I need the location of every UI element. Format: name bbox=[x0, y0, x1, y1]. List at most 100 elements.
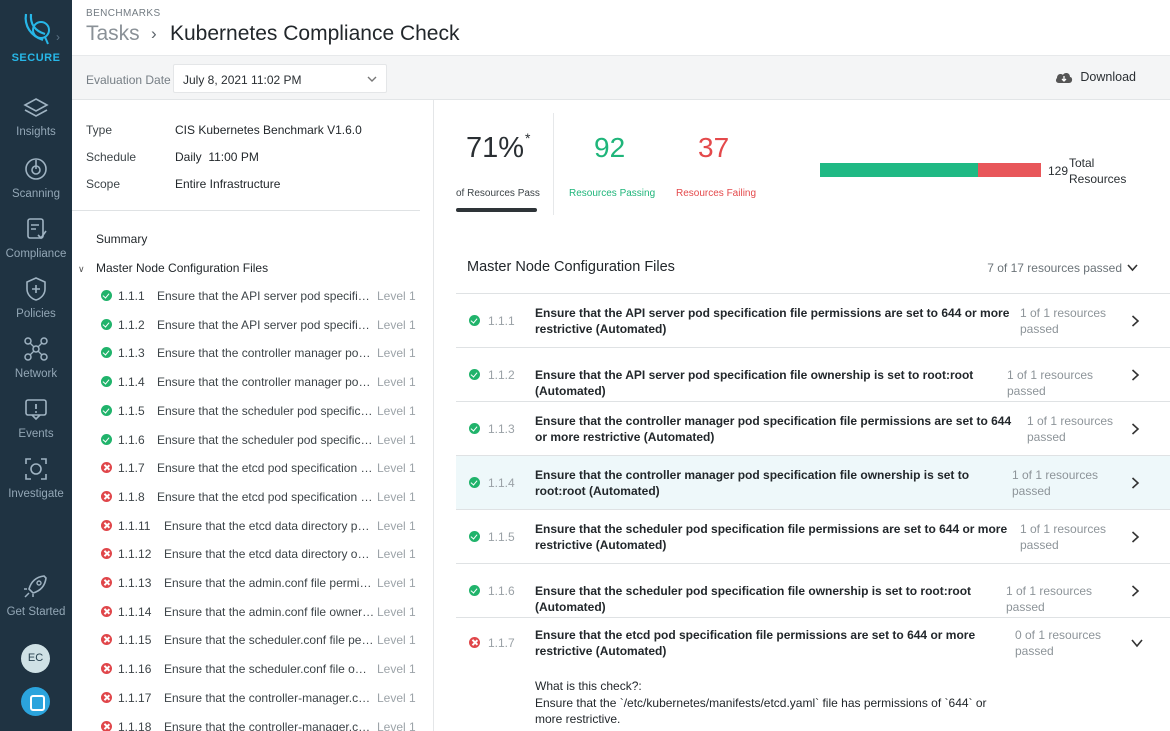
nav-get-started[interactable]: Get Started bbox=[0, 572, 72, 618]
check-row[interactable]: 1.1.1 Ensure that the API server pod spec… bbox=[456, 294, 1170, 348]
pass-check-icon bbox=[469, 477, 480, 488]
tree-item[interactable]: 1.1.4 Ensure that the controller manager … bbox=[72, 375, 420, 403]
check-number: 1.1.4 bbox=[488, 476, 515, 490]
tree-item-level: Level 1 bbox=[377, 317, 416, 332]
tree-item-level: Level 1 bbox=[377, 403, 416, 418]
fail-x-icon bbox=[101, 519, 112, 531]
tree-item-text: Ensure that the admin.conf file permissi… bbox=[164, 576, 375, 590]
checks-count-label: 7 of 17 resources passed bbox=[987, 261, 1122, 275]
tree-item[interactable]: 1.1.2 Ensure that the API server pod spec… bbox=[72, 318, 420, 346]
tree-item-text: Ensure that the API server pod specifica… bbox=[157, 317, 375, 332]
stats-divider bbox=[553, 113, 554, 215]
tree-section[interactable]: ∨ Master Node Configuration Files bbox=[78, 261, 268, 275]
meta-label: Type bbox=[86, 123, 113, 137]
tree-item[interactable]: 1.1.18 Ensure that the controller-manager… bbox=[72, 720, 420, 731]
page-title: Kubernetes Compliance Check bbox=[170, 22, 460, 45]
pass-percentage-value: 71% bbox=[466, 132, 525, 164]
pass-check-icon bbox=[101, 404, 112, 416]
chevron-right-icon bbox=[1131, 477, 1140, 489]
checks-count-toggle[interactable]: 7 of 17 resources passed bbox=[987, 261, 1138, 275]
evaluation-date-select[interactable]: July 8, 2021 11:02 PM bbox=[173, 64, 387, 93]
tree-item[interactable]: 1.1.11 Ensure that the etcd data director… bbox=[72, 519, 420, 547]
check-result: 1 of 1 resources passed bbox=[1020, 306, 1107, 336]
chevron-down-icon bbox=[1127, 264, 1138, 272]
tree-item-text: Ensure that the scheduler pod specificat… bbox=[157, 403, 375, 418]
fail-x-icon bbox=[101, 634, 112, 646]
tree-item-level: Level 1 bbox=[377, 375, 416, 390]
check-result: 1 of 1 resources passed bbox=[1012, 468, 1099, 498]
check-row[interactable]: 1.1.2 Ensure that the API server pod spec… bbox=[456, 348, 1170, 402]
tree-item-number: 1.1.15 bbox=[118, 633, 152, 648]
tree-item[interactable]: 1.1.17 Ensure that the controller-manager… bbox=[72, 691, 420, 719]
investigate-icon bbox=[25, 458, 47, 480]
tree-item[interactable]: 1.1.6 Ensure that the scheduler pod speci… bbox=[72, 433, 420, 461]
pass-check-icon bbox=[469, 369, 480, 380]
tree-item[interactable]: 1.1.3 Ensure that the controller manager … bbox=[72, 346, 420, 374]
nav-network[interactable]: Network bbox=[0, 336, 72, 380]
breadcrumb-tasks[interactable]: Tasks bbox=[86, 22, 140, 46]
pass-check-icon bbox=[101, 290, 112, 301]
brand-logo[interactable]: › SECURE bbox=[0, 12, 72, 64]
check-row[interactable]: 1.1.6 Ensure that the scheduler pod speci… bbox=[456, 564, 1170, 618]
nav-events[interactable]: Events bbox=[0, 396, 72, 440]
tree-item[interactable]: 1.1.14 Ensure that the admin.conf file ow… bbox=[72, 605, 420, 633]
tree-item[interactable]: 1.1.16 Ensure that the scheduler.conf fil… bbox=[72, 662, 420, 690]
check-number: 1.1.5 bbox=[488, 530, 515, 544]
user-avatar[interactable]: EC bbox=[21, 644, 50, 673]
tree-item-text: Ensure that the controller-manager.conf … bbox=[164, 690, 375, 705]
tree-item-number: 1.1.5 bbox=[118, 403, 145, 418]
meta-value: CIS Kubernetes Benchmark V1.6.0 bbox=[175, 123, 362, 137]
tree-item[interactable]: 1.1.8 Ensure that the etcd pod specificat… bbox=[72, 490, 420, 518]
check-row[interactable]: 1.1.3 Ensure that the controller manager … bbox=[456, 402, 1170, 456]
tree-item-text: Ensure that the API server pod specifica… bbox=[157, 289, 375, 303]
tree-item[interactable]: 1.1.12 Ensure that the etcd data director… bbox=[72, 547, 420, 575]
tree-item[interactable]: 1.1.7 Ensure that the etcd pod specificat… bbox=[72, 461, 420, 489]
fail-x-icon bbox=[469, 637, 480, 648]
check-row[interactable]: 1.1.4 Ensure that the controller manager … bbox=[456, 456, 1170, 510]
pass-percentage: 71%* bbox=[466, 130, 531, 165]
pass-check-icon bbox=[101, 347, 112, 359]
pass-percentage-label: of Resources Pass bbox=[456, 188, 540, 199]
tree-item-level: Level 1 bbox=[377, 346, 416, 361]
tree-item-level: Level 1 bbox=[377, 690, 416, 705]
breadcrumb-root[interactable]: BENCHMARKS bbox=[86, 8, 161, 19]
check-row[interactable]: 1.1.5 Ensure that the scheduler pod speci… bbox=[456, 510, 1170, 564]
check-result: 0 of 1 resources passed bbox=[1015, 628, 1102, 658]
check-result: 1 of 1 resources passed bbox=[1020, 522, 1107, 552]
resources-failing-count: 37 bbox=[698, 132, 730, 163]
tree-summary[interactable]: Summary bbox=[96, 232, 147, 246]
chat-icon[interactable] bbox=[21, 687, 50, 716]
download-button[interactable]: Download bbox=[1055, 70, 1136, 84]
check-number: 1.1.1 bbox=[488, 314, 515, 328]
pass-check-icon bbox=[469, 423, 480, 434]
expand-chevron-icon[interactable]: › bbox=[56, 30, 60, 44]
page-header: BENCHMARKS Tasks › Kubernetes Compliance… bbox=[72, 0, 1170, 56]
tree-item[interactable]: 1.1.15 Ensure that the scheduler.conf fil… bbox=[72, 633, 420, 661]
check-number: 1.1.7 bbox=[488, 636, 515, 650]
evaluation-date-label: Evaluation Date bbox=[86, 73, 171, 87]
tree-item-level: Level 1 bbox=[377, 633, 416, 648]
tree-item-text: Ensure that the scheduler.conf file perm… bbox=[164, 633, 375, 648]
tree-item-text: Ensure that the controller manager pod s… bbox=[157, 375, 375, 390]
tree-item-text: Ensure that the etcd data directory perm… bbox=[164, 518, 375, 533]
tree-item[interactable]: 1.1.1 Ensure that the API server pod spec… bbox=[72, 289, 420, 317]
nav-scanning[interactable]: Scanning bbox=[0, 156, 72, 200]
pass-check-icon bbox=[101, 376, 112, 388]
fail-x-icon bbox=[101, 548, 112, 560]
nav-investigate[interactable]: Investigate bbox=[0, 456, 72, 500]
tree-item-number: 1.1.13 bbox=[118, 576, 152, 590]
tree-item-number: 1.1.11 bbox=[118, 518, 151, 533]
benchmark-meta: Type CIS Kubernetes Benchmark V1.6.0 Sch… bbox=[72, 100, 420, 211]
nav-compliance[interactable]: Compliance bbox=[0, 216, 72, 260]
tree-item[interactable]: 1.1.13 Ensure that the admin.conf file pe… bbox=[72, 576, 420, 604]
pass-check-icon bbox=[469, 585, 480, 596]
tree-item[interactable]: 1.1.5 Ensure that the scheduler pod speci… bbox=[72, 404, 420, 432]
tree-item-level: Level 1 bbox=[377, 489, 416, 504]
nav-label: Policies bbox=[16, 308, 56, 320]
check-title: Ensure that the controller manager pod s… bbox=[535, 414, 1012, 444]
download-label: Download bbox=[1080, 70, 1136, 84]
tree-item-text: Ensure that the scheduler.conf file owne… bbox=[164, 662, 375, 677]
nav-policies[interactable]: Policies bbox=[0, 276, 72, 320]
nav-insights[interactable]: Insights bbox=[0, 96, 72, 138]
breadcrumb-separator: › bbox=[151, 24, 157, 43]
